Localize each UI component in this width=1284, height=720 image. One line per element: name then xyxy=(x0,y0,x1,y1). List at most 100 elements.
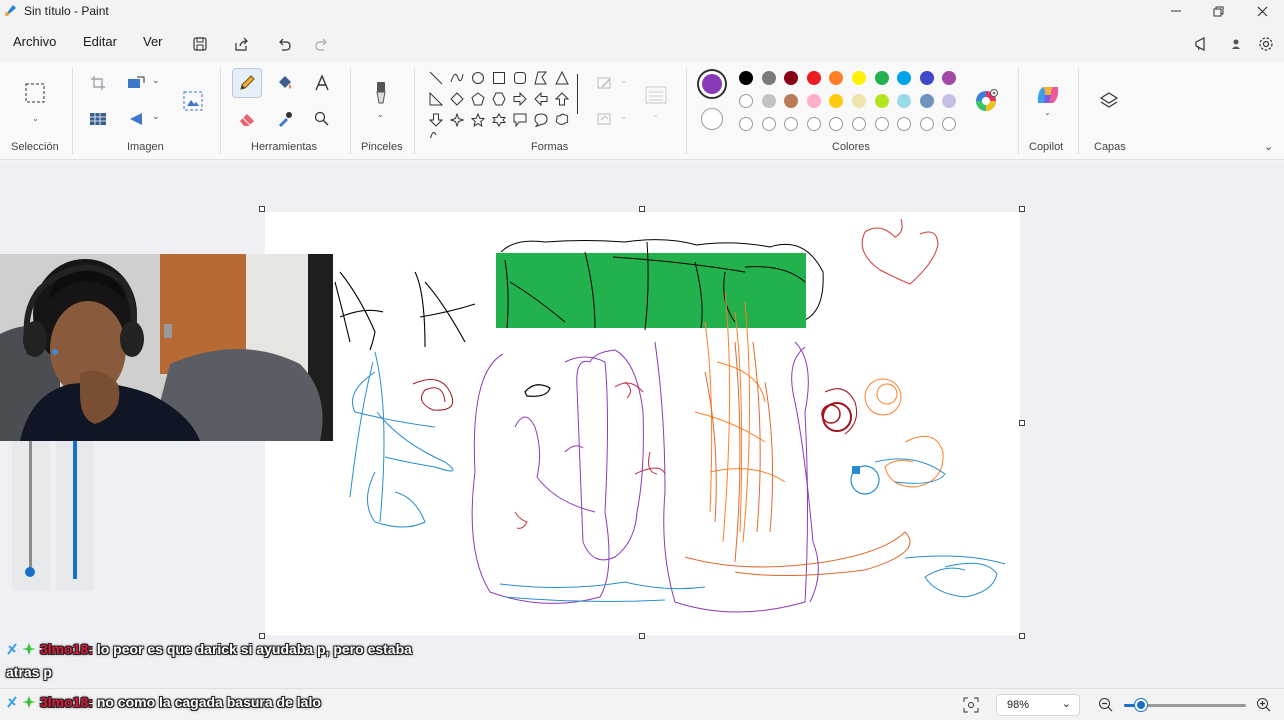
cloud-callout-shape-icon[interactable] xyxy=(554,112,570,128)
magnifier-button[interactable] xyxy=(307,104,337,134)
chevron-down-icon[interactable]: ⌄ xyxy=(620,111,628,122)
select-rectangle-button[interactable] xyxy=(20,78,50,108)
palette-color-swatch[interactable] xyxy=(806,71,821,85)
rotate-button[interactable] xyxy=(122,104,152,134)
shapes-scrollbar[interactable] xyxy=(577,74,578,114)
palette-color-swatch[interactable] xyxy=(942,71,957,85)
chevron-down-icon[interactable]: ⌄ xyxy=(152,75,160,86)
triangle-shape-icon[interactable] xyxy=(554,70,570,86)
zoom-select[interactable]: 98% ⌄ xyxy=(996,694,1080,716)
custom-color-slot[interactable] xyxy=(806,117,821,131)
zoom-in-button[interactable] xyxy=(1256,697,1272,716)
vertical-slider-right[interactable] xyxy=(56,441,94,591)
palette-color-swatch[interactable] xyxy=(897,94,912,108)
palette-color-swatch[interactable] xyxy=(739,71,753,85)
canvas-resize-handle[interactable] xyxy=(1019,206,1025,212)
canvas-resize-handle[interactable] xyxy=(1019,633,1025,639)
select-all-button[interactable] xyxy=(83,104,113,134)
palette-color-swatch[interactable] xyxy=(761,71,776,85)
zoom-slider-knob[interactable] xyxy=(1135,699,1148,711)
palette-color-swatch[interactable] xyxy=(919,94,934,108)
oval-shape-icon[interactable] xyxy=(470,70,486,86)
chevron-down-icon[interactable]: ⌄ xyxy=(152,111,160,122)
four-point-star-shape-icon[interactable] xyxy=(449,112,465,128)
palette-color-swatch[interactable] xyxy=(784,71,799,85)
palette-color-swatch[interactable] xyxy=(874,94,889,108)
palette-color-swatch[interactable] xyxy=(761,94,776,108)
chevron-down-icon[interactable]: ⌄ xyxy=(620,75,628,86)
more-shapes-icon[interactable] xyxy=(428,130,444,138)
five-point-star-shape-icon[interactable] xyxy=(470,112,486,128)
custom-color-slot[interactable] xyxy=(739,117,753,131)
share-button[interactable] xyxy=(228,30,256,58)
palette-color-swatch[interactable] xyxy=(942,94,957,108)
palette-color-swatch[interactable] xyxy=(852,94,866,108)
up-arrow-shape-icon[interactable] xyxy=(554,91,570,107)
vertical-slider-left[interactable] xyxy=(12,441,50,591)
edit-colors-button[interactable] xyxy=(971,86,1001,116)
palette-color-swatch[interactable] xyxy=(897,71,912,85)
polygon-shape-icon[interactable] xyxy=(533,70,549,86)
save-button[interactable] xyxy=(186,30,214,58)
canvas-resize-handle[interactable] xyxy=(639,206,645,212)
eraser-tool-button[interactable] xyxy=(232,104,262,134)
rect-callout-shape-icon[interactable] xyxy=(512,112,528,128)
canvas-resize-handle[interactable] xyxy=(639,633,645,639)
slider-knob[interactable] xyxy=(25,567,35,577)
curve-shape-icon[interactable] xyxy=(449,70,465,86)
line-shape-icon[interactable] xyxy=(428,70,444,86)
canvas-resize-handle[interactable] xyxy=(259,633,265,639)
custom-color-slot[interactable] xyxy=(784,117,799,131)
six-point-star-shape-icon[interactable] xyxy=(491,112,507,128)
chevron-down-icon[interactable]: ⌄ xyxy=(652,110,659,119)
hexagon-shape-icon[interactable] xyxy=(491,91,507,107)
close-button[interactable] xyxy=(1240,0,1284,22)
custom-color-slot[interactable] xyxy=(897,117,912,131)
down-arrow-shape-icon[interactable] xyxy=(428,112,444,128)
crop-button[interactable] xyxy=(83,68,113,98)
zoom-out-button[interactable] xyxy=(1098,697,1114,716)
fit-to-window-button[interactable] xyxy=(963,697,979,716)
chevron-down-icon[interactable]: ⌄ xyxy=(377,110,384,119)
custom-color-slot[interactable] xyxy=(919,117,934,131)
shape-size-button[interactable] xyxy=(641,80,671,110)
right-triangle-shape-icon[interactable] xyxy=(428,91,444,107)
palette-color-swatch[interactable] xyxy=(829,94,844,108)
image-remove-bg-button[interactable] xyxy=(178,86,208,116)
canvas-resize-handle[interactable] xyxy=(1019,420,1025,426)
palette-color-swatch[interactable] xyxy=(806,94,821,108)
account-button[interactable] xyxy=(1222,30,1250,58)
custom-color-slot[interactable] xyxy=(761,117,776,131)
custom-color-slot[interactable] xyxy=(829,117,844,131)
resize-button[interactable] xyxy=(122,68,152,98)
secondary-color-button[interactable] xyxy=(701,108,723,130)
rounded-rectangle-shape-icon[interactable] xyxy=(512,70,528,86)
custom-color-slot[interactable] xyxy=(874,117,889,131)
zoom-slider[interactable] xyxy=(1124,699,1246,711)
canvas-resize-handle[interactable] xyxy=(259,206,265,212)
palette-color-swatch[interactable] xyxy=(784,94,799,108)
brushes-button[interactable] xyxy=(366,78,396,108)
palette-color-swatch[interactable] xyxy=(919,71,934,85)
menu-editar[interactable]: Editar xyxy=(83,34,117,49)
primary-color-button[interactable] xyxy=(697,69,727,99)
text-tool-button[interactable] xyxy=(307,68,337,98)
palette-color-swatch[interactable] xyxy=(852,71,866,85)
feedback-button[interactable] xyxy=(1188,30,1216,58)
diamond-shape-icon[interactable] xyxy=(449,91,465,107)
chevron-down-icon[interactable]: ⌄ xyxy=(32,114,39,123)
drawing-canvas[interactable] xyxy=(265,212,1020,635)
palette-color-swatch[interactable] xyxy=(874,71,889,85)
settings-button[interactable] xyxy=(1252,30,1280,58)
custom-color-slot[interactable] xyxy=(852,117,866,131)
right-arrow-shape-icon[interactable] xyxy=(512,91,528,107)
copilot-button[interactable] xyxy=(1033,80,1063,110)
rectangle-shape-icon[interactable] xyxy=(491,70,507,86)
layers-button[interactable] xyxy=(1094,86,1124,116)
oval-callout-shape-icon[interactable] xyxy=(533,112,549,128)
shape-outline-button[interactable] xyxy=(590,68,620,98)
left-arrow-shape-icon[interactable] xyxy=(533,91,549,107)
undo-button[interactable] xyxy=(270,30,298,58)
menu-ver[interactable]: Ver xyxy=(143,34,163,49)
minimize-button[interactable] xyxy=(1154,0,1198,22)
